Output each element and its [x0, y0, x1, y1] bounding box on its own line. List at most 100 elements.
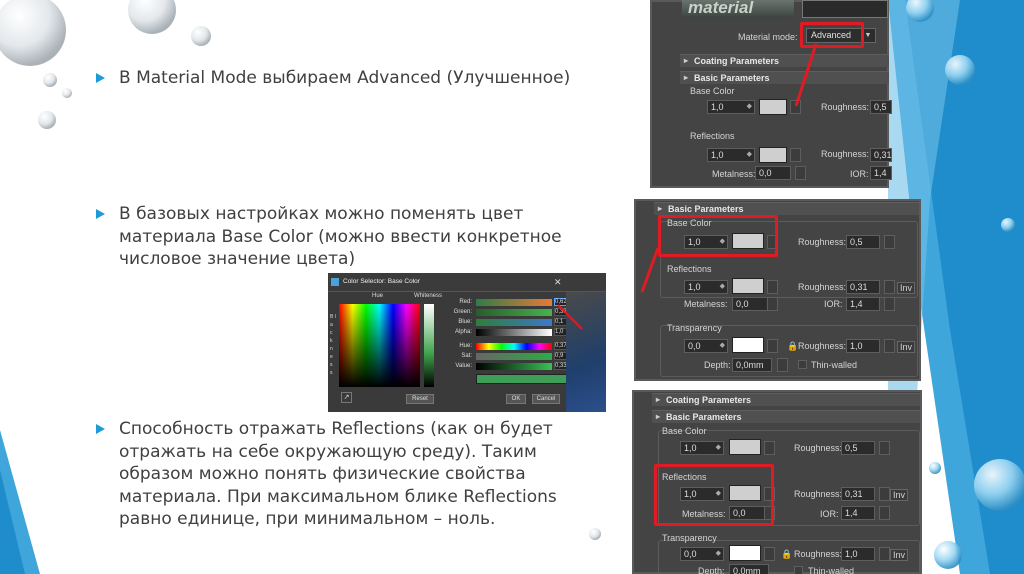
- base-weight-spinner[interactable]: 1,0 ◆: [707, 100, 755, 114]
- value-slider[interactable]: [476, 363, 552, 370]
- pointer-line: [557, 304, 583, 330]
- refl-map-button[interactable]: [790, 148, 801, 162]
- coating-parameters-rollout[interactable]: Coating Parameters: [652, 393, 920, 406]
- metalness-map-button[interactable]: [767, 297, 778, 311]
- hue-slider[interactable]: [476, 343, 552, 350]
- red-slider[interactable]: [476, 299, 552, 306]
- ior-map-button[interactable]: [879, 506, 890, 520]
- refl-roughness-label: Roughness:: [821, 149, 870, 159]
- reflections-label: Reflections: [667, 264, 712, 274]
- reset-button[interactable]: Reset: [406, 394, 434, 404]
- basic-parameters-rollout[interactable]: Basic Parameters: [680, 71, 889, 84]
- refl-roughness-map-button[interactable]: [879, 487, 890, 501]
- ior-label: IOR:: [824, 299, 843, 309]
- sat-slider[interactable]: [476, 353, 552, 360]
- trans-color-swatch[interactable]: [732, 337, 764, 353]
- base-map-button[interactable]: [764, 441, 775, 455]
- bullet-arrow-icon: [96, 73, 105, 83]
- inv-toggle[interactable]: Inv: [897, 341, 916, 353]
- refl-roughness-label: Roughness:: [794, 489, 843, 499]
- trans-color-swatch[interactable]: [729, 545, 761, 561]
- trans-weight-spinner[interactable]: 0,0 ◆: [684, 339, 728, 353]
- basic-parameters-rollout[interactable]: Basic Parameters: [652, 410, 920, 423]
- ior-spinner[interactable]: 1,4: [841, 506, 875, 520]
- trans-map-button[interactable]: [764, 547, 775, 561]
- refl-roughness-spinner[interactable]: 0,31: [870, 148, 892, 162]
- ior-label: IOR:: [820, 509, 839, 519]
- ok-button[interactable]: OK: [506, 394, 526, 404]
- color-slider-area: Red: 0,62 Green: 0,33 Blue: 0,1 Alpha: 1…: [448, 297, 572, 392]
- eyedropper-icon[interactable]: ↗: [341, 392, 352, 403]
- thin-walled-checkbox[interactable]: [794, 566, 803, 574]
- pointer-line: [794, 43, 818, 107]
- highlight-reflections: [654, 464, 774, 526]
- basic-parameters-rollout[interactable]: Basic Parameters: [654, 202, 919, 215]
- material-panel-base-color: Basic Parameters Base Color 1,0◆ Roughne…: [634, 199, 921, 381]
- trans-roughness-spinner[interactable]: 1,0: [841, 547, 875, 561]
- bullet-text: В Material Mode выбираем Advanced (Улучш…: [119, 68, 571, 88]
- refl-weight-spinner[interactable]: 1,0 ◆: [707, 148, 755, 162]
- color-selector-dialog: Color Selector: Base Color ✕ Hue Whitene…: [328, 273, 606, 412]
- whiteness-bar[interactable]: [424, 304, 434, 387]
- trans-roughness-spinner[interactable]: 1,0: [846, 339, 880, 353]
- base-color-label: Base Color: [690, 86, 735, 96]
- roughness-spinner[interactable]: 0,5: [846, 235, 880, 249]
- refl-roughness-label: Roughness:: [798, 282, 847, 292]
- thin-walled-label: Thin-walled: [811, 360, 858, 370]
- base-color-swatch[interactable]: [759, 99, 787, 115]
- depth-spinner[interactable]: 0,0mm: [732, 358, 772, 372]
- base-color-label: Base Color: [662, 426, 707, 436]
- ior-map-button[interactable]: [884, 297, 895, 311]
- trans-roughness-map-button[interactable]: [879, 547, 890, 561]
- cancel-button[interactable]: Cancel: [532, 394, 560, 404]
- lock-icon[interactable]: 🔒: [787, 341, 798, 352]
- refl-roughness-map-button[interactable]: [884, 280, 895, 294]
- depth-map-button[interactable]: [777, 358, 788, 372]
- thin-walled-checkbox[interactable]: [798, 360, 807, 369]
- lock-icon[interactable]: 🔒: [781, 549, 792, 560]
- blue-slider[interactable]: [476, 319, 552, 326]
- roughness-spinner[interactable]: 0,5: [870, 100, 892, 114]
- coating-parameters-rollout[interactable]: Coating Parameters: [680, 54, 889, 67]
- transparency-label: Transparency: [667, 323, 722, 333]
- roughness-map-button[interactable]: [879, 441, 890, 455]
- metalness-spinner[interactable]: 0,0: [755, 166, 791, 180]
- inv-toggle[interactable]: Inv: [897, 282, 916, 294]
- trans-weight-spinner[interactable]: 0,0 ◆: [680, 547, 724, 561]
- bullet-text: Способность отражать Reflections (как он…: [119, 419, 557, 529]
- roughness-map-button[interactable]: [884, 235, 895, 249]
- depth-spinner[interactable]: 0,0mm: [729, 564, 769, 574]
- color-preview: [476, 374, 572, 384]
- base-color-swatch[interactable]: [729, 439, 761, 455]
- refl-roughness-spinner[interactable]: 0,31: [841, 487, 875, 501]
- trans-map-button[interactable]: [767, 339, 778, 353]
- green-slider[interactable]: [476, 309, 552, 316]
- inv-toggle[interactable]: Inv: [890, 549, 909, 561]
- refl-roughness-spinner[interactable]: 0,31: [846, 280, 880, 294]
- reflections-label: Reflections: [690, 131, 735, 141]
- depth-label: Depth:: [698, 566, 725, 574]
- refl-color-swatch[interactable]: [759, 147, 787, 163]
- color-selector-title: Color Selector: Base Color: [343, 278, 420, 285]
- ior-spinner[interactable]: 1,4: [870, 166, 892, 180]
- refl-weight-spinner[interactable]: 1,0 ◆: [684, 280, 728, 294]
- refl-map-button[interactable]: [767, 280, 778, 294]
- whiteness-label: Whiteness: [414, 293, 443, 299]
- trans-roughness-map-button[interactable]: [884, 339, 895, 353]
- transparency-label: Transparency: [662, 533, 717, 543]
- ior-spinner[interactable]: 1,4: [846, 297, 880, 311]
- metalness-spinner[interactable]: 0,0: [732, 297, 772, 311]
- hue-label: Hue: [372, 293, 384, 299]
- blackness-label: B l a c k n e s s: [330, 314, 336, 376]
- base-weight-spinner[interactable]: 1,0 ◆: [680, 441, 724, 455]
- metalness-map-button[interactable]: [795, 166, 806, 180]
- close-icon[interactable]: ✕: [554, 277, 562, 288]
- inv-toggle[interactable]: Inv: [890, 489, 909, 501]
- metalness-label: Metalness:: [684, 299, 728, 309]
- material-logo: material: [682, 0, 794, 18]
- preview-swatch: [802, 0, 888, 18]
- alpha-slider[interactable]: [476, 329, 552, 336]
- hue-spectrum[interactable]: [339, 304, 420, 387]
- roughness-spinner[interactable]: 0,5: [841, 441, 875, 455]
- refl-color-swatch[interactable]: [732, 278, 764, 294]
